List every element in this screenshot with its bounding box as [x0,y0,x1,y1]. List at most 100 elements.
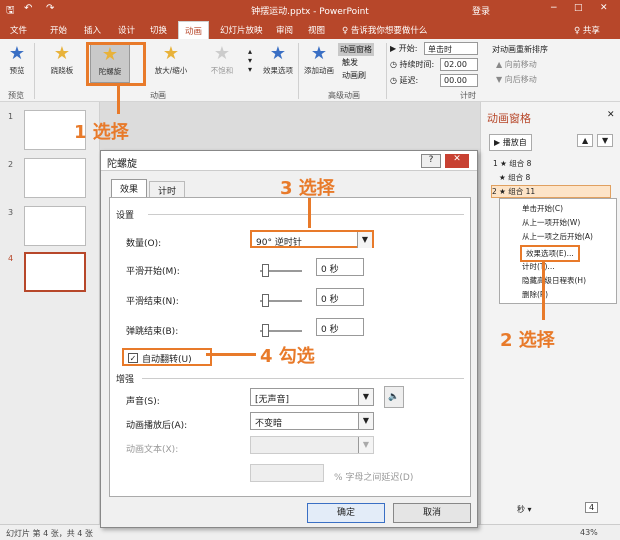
slide-thumbnail-4[interactable] [24,252,86,292]
anim-desaturate-label: 不饱和 [210,66,234,75]
auto-reverse-checkbox[interactable]: ✓ [128,353,138,363]
play-from-button[interactable]: ▶ 播放自 [489,134,532,151]
tab-effect[interactable]: 效果 [111,179,148,197]
login-link[interactable]: 登录 [472,4,490,17]
move-later-button[interactable]: ▼ 向后移动 [496,74,537,85]
anim-list-item[interactable]: ★ 组合 8 [499,172,530,183]
chevron-down-icon[interactable]: ▼ [358,389,373,405]
tab-file[interactable]: 文件 [10,24,27,36]
anim-list-item-selected[interactable]: 2 ★ 组合 11 [491,185,611,198]
smooth-start-slider[interactable] [260,264,302,277]
move-up-button[interactable]: ▲ [577,134,594,147]
chevron-down-icon[interactable]: ▼ [358,413,373,429]
tab-animations[interactable]: 动画 [178,21,210,39]
callout-step-4: 4 勾选 [260,346,315,367]
add-animation-button[interactable]: ★ 添加动画 [302,43,336,83]
dialog-title: 陀螺旋 [107,159,137,170]
thumb-number: 1 [8,112,14,121]
ok-button[interactable]: 确定 [307,503,385,523]
anim-grow-shrink[interactable]: ★ 放大/缩小 [148,43,194,83]
callout-step-1: 1 选择 [74,122,129,143]
seconds-dropdown[interactable]: 秒 ▾ [517,504,532,515]
animate-text-label: 动画文本(X): [126,445,179,455]
sound-select[interactable]: [无声音] ▼ [250,388,374,406]
trigger-button[interactable]: 触发 [342,57,358,68]
smooth-start-input[interactable]: 0 秒 [316,258,364,276]
zoom-level: 43% [580,528,598,537]
slider-thumb[interactable] [262,324,269,337]
tab-insert[interactable]: 插入 [84,24,101,36]
callout-line [542,262,545,320]
start-select[interactable]: 单击时 [424,42,478,55]
after-animation-select[interactable]: 不变暗 ▼ [250,412,374,430]
divider [34,43,35,99]
menu-timing[interactable]: 计时(T)... [522,261,555,272]
tab-home[interactable]: 开始 [50,24,67,36]
auto-reverse-label[interactable]: 自动翻转(U) [142,352,192,365]
tab-transitions[interactable]: 切换 [150,24,167,36]
slide-thumbnail-2[interactable] [24,158,86,198]
gallery-scroll-icon[interactable]: ▴ ▾ ▾ [248,47,252,74]
bounce-end-input[interactable]: 0 秒 [316,318,364,336]
pane-title: 动画窗格 [487,112,531,125]
smooth-end-label: 平滑结束(N): [126,297,179,307]
duration-input[interactable]: 02.00 [440,58,478,71]
move-earlier-button[interactable]: ▲ 向前移动 [496,59,537,70]
smooth-start-label: 平滑开始(M): [126,267,180,277]
animation-pane-toggle[interactable]: 动画窗格 [338,43,374,56]
smooth-end-input[interactable]: 0 秒 [316,288,364,306]
tab-view[interactable]: 视图 [308,24,325,36]
slider-thumb[interactable] [262,264,269,277]
dialog-close-button[interactable]: ✕ [445,154,469,168]
divider [386,43,387,99]
preview-button[interactable]: ★ 预览 [4,43,30,83]
speaker-icon[interactable]: 🔈 [384,386,404,408]
amount-select[interactable]: 90° 逆时针 ▼ [250,230,374,248]
tell-me-search[interactable]: ♀ 告诉我你想要做什么 [342,24,427,36]
pane-close-icon[interactable]: ✕ [607,110,615,120]
tab-design[interactable]: 设计 [118,24,135,36]
tab-slideshow[interactable]: 幻灯片放映 [220,24,263,36]
cancel-button[interactable]: 取消 [393,503,471,523]
menu-on-click[interactable]: 单击开始(C) [522,203,563,214]
menu-hide-timeline[interactable]: 隐藏高级日程表(H) [522,275,586,286]
add-animation-label: 添加动画 [304,66,334,75]
help-button[interactable]: ? [421,154,441,168]
move-down-button[interactable]: ▼ [597,134,614,147]
bounce-end-value: 0 秒 [321,325,339,335]
chevron-down-icon[interactable]: ▼ [357,232,372,248]
group-preview-label: 预览 [8,91,24,100]
menu-after-previous[interactable]: 从上一项之后开始(A) [522,231,593,242]
anim-seesaw[interactable]: ★ 跷跷板 [42,43,82,83]
after-animation-label: 动画播放后(A): [126,421,188,431]
group-animation-label: 动画 [150,91,166,100]
maximize-button[interactable]: □ [574,3,583,13]
share-button[interactable]: ♀ 共享 [574,24,600,36]
animation-pane: 动画窗格 ✕ ▶ 播放自 ▲ ▼ 1 ★ 组合 8 ★ 组合 8 2 ★ 组合 … [480,102,620,524]
letter-delay-label: % 字母之间延迟(D) [334,473,414,483]
menu-with-previous[interactable]: 从上一项开始(W) [522,217,580,228]
effect-options-button[interactable]: ★ 效果选项 [258,43,298,83]
delay-label: ◷ 延迟: [390,76,419,85]
tab-review[interactable]: 审阅 [276,24,293,36]
menu-effect-options[interactable]: 效果选项(E)... [520,245,580,262]
minimize-button[interactable]: − [550,3,558,13]
slide-thumbnail-3[interactable] [24,206,86,246]
bounce-end-slider[interactable] [260,324,302,337]
slider-thumb[interactable] [262,294,269,307]
add-animation-icon: ★ [310,43,328,64]
close-button[interactable]: ✕ [600,3,608,13]
chevron-down-icon: ▼ [358,437,373,453]
anim-desaturate[interactable]: ★ 不饱和 [202,43,242,83]
smooth-start-value: 0 秒 [321,265,339,275]
divider [298,43,299,99]
callout-step-2: 2 选择 [500,330,555,351]
callout-line [117,86,120,114]
animate-text-select: ▼ [250,436,374,454]
context-menu: 单击开始(C) 从上一项开始(W) 从上一项之后开始(A) 效果选项(E)...… [499,198,617,304]
delay-input[interactable]: 00.00 [440,74,478,87]
enhance-heading: 增强 [116,375,135,385]
animation-painter-button[interactable]: 动画刷 [342,70,366,81]
anim-list-item[interactable]: 1 ★ 组合 8 [493,158,531,169]
smooth-end-slider[interactable] [260,294,302,307]
